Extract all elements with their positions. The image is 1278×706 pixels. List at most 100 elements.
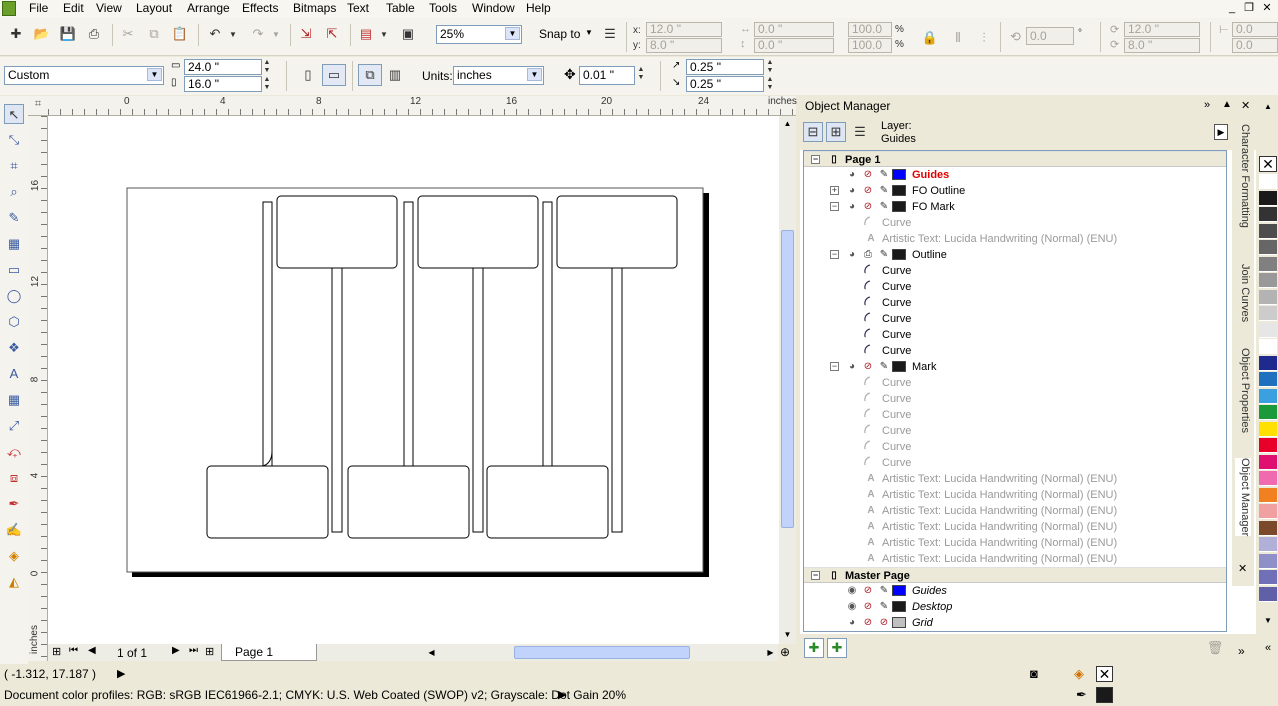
- ellipse-tool-icon[interactable]: ◯: [4, 286, 24, 306]
- page-size-select[interactable]: Custom ▼: [4, 66, 164, 85]
- non-printable-icon[interactable]: ⊘: [862, 617, 874, 629]
- previous-page-icon[interactable]: ◀: [88, 645, 96, 656]
- tab-character-formatting[interactable]: Character Formatting: [1235, 124, 1251, 228]
- page-height-spinner[interactable]: ▲ ▼: [262, 76, 272, 93]
- redo-dropdown-icon[interactable]: ▼: [270, 24, 282, 44]
- layer-color-swatch[interactable]: [892, 185, 906, 196]
- tree-text-object[interactable]: A Artistic Text: Lucida Handwriting (Norm…: [804, 551, 1226, 567]
- palette-color-swatch[interactable]: [1259, 454, 1277, 470]
- collapse-icon[interactable]: −: [811, 571, 820, 580]
- layer-color-swatch[interactable]: [892, 361, 906, 372]
- close-icon[interactable]: ✕: [1259, 1, 1275, 16]
- non-printable-icon[interactable]: ⊘: [862, 201, 874, 213]
- palette-color-swatch[interactable]: [1259, 421, 1277, 437]
- palette-color-swatch[interactable]: [1259, 306, 1277, 321]
- collapse-icon[interactable]: −: [811, 155, 820, 164]
- close-docker-icon[interactable]: ✕: [1241, 99, 1250, 112]
- shape-tool-icon[interactable]: ⤡: [4, 130, 24, 150]
- zoom-level-select[interactable]: 25% ▼: [436, 25, 522, 44]
- editable-pencil-icon[interactable]: ✎: [878, 249, 890, 261]
- palette-color-swatch[interactable]: [1259, 223, 1277, 239]
- current-page-icon[interactable]: ▥: [385, 65, 405, 85]
- center-x-field[interactable]: 12.0 ": [1124, 22, 1200, 37]
- ruler-origin-icon[interactable]: ⌗: [30, 98, 46, 114]
- palette-flyout-icon[interactable]: «: [1261, 642, 1275, 656]
- palette-color-swatch[interactable]: [1259, 405, 1277, 420]
- visibility-eye-icon[interactable]: ◕: [846, 361, 858, 373]
- fill-color-none-swatch[interactable]: ✕: [1096, 666, 1113, 682]
- redo-icon[interactable]: ↷: [248, 24, 268, 44]
- eyedropper-tool-icon[interactable]: ✒: [4, 494, 24, 514]
- editable-pencil-icon[interactable]: ✎: [878, 185, 890, 197]
- layer-color-swatch[interactable]: [892, 585, 906, 596]
- application-launcher-icon[interactable]: ▤: [356, 24, 376, 44]
- tree-curve-object[interactable]: ⌒ Curve: [804, 279, 1226, 295]
- menu-help[interactable]: Help: [526, 1, 551, 15]
- tree-page-node[interactable]: − ▯ Page 1: [804, 151, 1226, 167]
- menu-window[interactable]: Window: [472, 1, 515, 15]
- collapse-docker-icon[interactable]: ▲: [1222, 99, 1232, 110]
- outline-width-field[interactable]: 0.0: [1232, 22, 1278, 37]
- polygon-tool-icon[interactable]: ⬡: [4, 312, 24, 332]
- vertical-scroll-thumb[interactable]: [781, 230, 794, 528]
- visibility-eye-icon[interactable]: ◕: [846, 249, 858, 261]
- dimension-tool-icon[interactable]: ⤢: [4, 416, 24, 436]
- non-printable-icon[interactable]: ⊘: [862, 169, 874, 181]
- tree-curve-object[interactable]: ⌒ Curve: [804, 327, 1226, 343]
- app-icon[interactable]: [2, 1, 16, 16]
- page-tab[interactable]: Page 1: [221, 644, 317, 661]
- new-document-icon[interactable]: ✚: [6, 24, 26, 44]
- add-page-before-icon[interactable]: ⊞: [52, 645, 61, 658]
- tree-curve-object[interactable]: ⌒ Curve: [804, 375, 1226, 391]
- undo-icon[interactable]: ↶: [205, 24, 225, 44]
- collapse-icon[interactable]: −: [830, 362, 839, 371]
- tree-layer-node[interactable]: − ◕ ⊘ ✎ FO Mark: [804, 199, 1226, 215]
- visibility-eye-icon[interactable]: ◕: [846, 185, 858, 197]
- tree-curve-object[interactable]: ⌒ Curve: [804, 215, 1226, 231]
- palette-color-swatch[interactable]: [1259, 388, 1277, 404]
- visibility-eye-icon[interactable]: ◕: [846, 617, 858, 629]
- duplicate-y-spinner[interactable]: ▲ ▼: [765, 76, 775, 93]
- undo-dropdown-icon[interactable]: ▼: [227, 24, 239, 44]
- visibility-eye-icon[interactable]: ◉: [846, 585, 858, 597]
- object-height-field[interactable]: 0.0 ": [754, 38, 834, 53]
- export-icon[interactable]: ⇱: [322, 24, 342, 44]
- palette-color-swatch[interactable]: [1259, 504, 1277, 519]
- editable-pencil-icon[interactable]: ✎: [878, 201, 890, 213]
- tab-join-curves[interactable]: Join Curves: [1235, 264, 1251, 322]
- profiles-flyout-icon[interactable]: ▶: [558, 688, 566, 701]
- palette-color-swatch[interactable]: [1259, 372, 1277, 387]
- tree-master-layer-node[interactable]: ◉ ⊘ ✎ Guides: [804, 583, 1226, 599]
- menu-arrange[interactable]: Arrange: [187, 1, 230, 15]
- page-width-spinner[interactable]: ▲ ▼: [262, 59, 272, 76]
- layer-color-swatch[interactable]: [892, 201, 906, 212]
- minimize-icon[interactable]: _: [1224, 1, 1240, 16]
- editable-pencil-icon[interactable]: ✎: [878, 601, 890, 613]
- locked-icon[interactable]: ⊘: [878, 617, 890, 629]
- layer-manager-view-icon[interactable]: ☰: [850, 122, 870, 142]
- duplicate-x-spinner[interactable]: ▲ ▼: [765, 59, 775, 76]
- edit-across-layers-icon[interactable]: ⊞: [826, 122, 846, 142]
- tree-curve-object[interactable]: ⌒ Curve: [804, 423, 1226, 439]
- layer-color-swatch[interactable]: [892, 617, 906, 628]
- palette-color-swatch[interactable]: [1259, 289, 1277, 305]
- zoom-tool-icon[interactable]: ⌕: [4, 182, 24, 202]
- menu-edit[interactable]: Edit: [63, 1, 84, 15]
- horizontal-scrollbar[interactable]: ◀ ▶: [424, 644, 778, 661]
- palette-color-swatch[interactable]: [1259, 537, 1277, 552]
- crop-tool-icon[interactable]: ⌗: [4, 156, 24, 176]
- palette-color-swatch[interactable]: [1259, 553, 1277, 569]
- collapse-icon[interactable]: −: [830, 202, 839, 211]
- snap-to-dropdown-icon[interactable]: ▼: [585, 28, 593, 37]
- expand-docker-icon[interactable]: »: [1204, 99, 1210, 111]
- pick-tool-icon[interactable]: ↖: [4, 104, 24, 124]
- all-pages-icon[interactable]: ⧉: [358, 64, 382, 86]
- tree-text-object[interactable]: A Artistic Text: Lucida Handwriting (Norm…: [804, 535, 1226, 551]
- new-layer-icon[interactable]: ✚: [804, 638, 824, 658]
- center-y-field[interactable]: 8.0 ": [1124, 38, 1200, 53]
- tree-curve-object[interactable]: ⌒ Curve: [804, 263, 1226, 279]
- editable-pencil-icon[interactable]: ✎: [878, 361, 890, 373]
- new-master-layer-icon[interactable]: ✚: [827, 638, 847, 658]
- palette-scroll-down-icon[interactable]: ▼: [1261, 616, 1275, 628]
- layer-color-swatch[interactable]: [892, 169, 906, 180]
